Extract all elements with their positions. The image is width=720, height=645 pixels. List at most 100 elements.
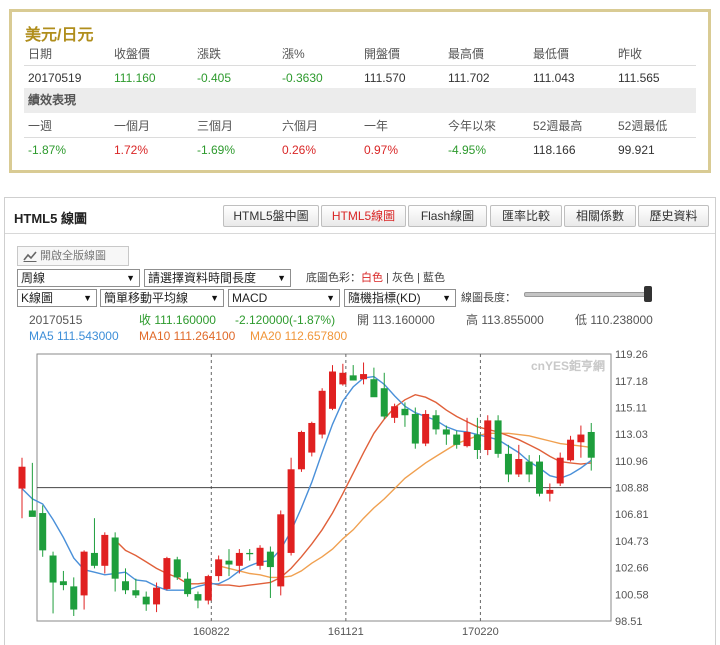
performance-header: 一個月 bbox=[114, 119, 151, 133]
quote-change: -0.405 bbox=[197, 71, 232, 85]
performance-1m: 1.72% bbox=[114, 143, 149, 157]
candle-body bbox=[297, 431, 305, 470]
candle-body bbox=[287, 469, 295, 553]
candle-body bbox=[504, 453, 512, 475]
y-tick-label: 102.66 bbox=[615, 563, 649, 575]
candle-body bbox=[567, 439, 575, 461]
candle-body bbox=[484, 420, 492, 450]
x-tick-label: 170220 bbox=[462, 626, 499, 638]
candle-body bbox=[515, 458, 523, 475]
candle-body bbox=[525, 461, 533, 475]
y-tick-label: 115.11 bbox=[615, 402, 647, 414]
candle-body bbox=[194, 594, 202, 601]
quote-change-pct: -0.3630 bbox=[282, 71, 323, 85]
performance-1w: -1.87% bbox=[28, 143, 67, 157]
candle-body bbox=[90, 552, 98, 566]
candle-body bbox=[256, 547, 264, 566]
candle-body bbox=[422, 413, 430, 444]
performance-header: 52週最高 bbox=[533, 119, 583, 133]
quote-header: 最低價 bbox=[533, 47, 570, 61]
candle-body bbox=[453, 434, 461, 445]
performance-1y: 0.97% bbox=[364, 143, 399, 157]
y-tick-label: 117.18 bbox=[615, 376, 648, 388]
quote-panel: 美元/日元 日期 收盤價 漲跌 漲% 開盤價 最高價 最低價 昨收 201705… bbox=[9, 9, 711, 173]
candle-body bbox=[49, 555, 57, 583]
quote-date: 20170519 bbox=[28, 71, 82, 85]
candle-body bbox=[536, 461, 543, 494]
candle-body bbox=[122, 581, 129, 591]
candle-body bbox=[101, 534, 109, 566]
performance-header: 52週最低 bbox=[618, 119, 668, 133]
quote-header: 收盤價 bbox=[114, 47, 151, 61]
candle-body bbox=[277, 514, 285, 587]
candle-body bbox=[349, 375, 357, 381]
performance-ytd: -4.95% bbox=[448, 143, 487, 157]
candle-body bbox=[246, 552, 254, 555]
quote-header: 昨收 bbox=[618, 47, 643, 61]
quote-header: 開盤價 bbox=[364, 47, 401, 61]
performance-header: 三個月 bbox=[197, 119, 234, 133]
quote-high: 111.702 bbox=[448, 71, 490, 85]
quote-value-row: 20170519 111.160 -0.405 -0.3630 111.570 … bbox=[24, 65, 696, 89]
candle-body bbox=[380, 388, 388, 417]
candle-body bbox=[401, 408, 409, 416]
performance-title: 績效表現 bbox=[28, 93, 77, 107]
candle-body bbox=[360, 374, 368, 380]
candle-body bbox=[132, 590, 140, 596]
candle-body bbox=[463, 431, 471, 447]
candle-body bbox=[111, 537, 119, 579]
y-tick-label: 108.88 bbox=[615, 483, 649, 495]
candle-body bbox=[163, 558, 171, 589]
y-tick-label: 104.73 bbox=[615, 536, 649, 548]
performance-value-row: -1.87% 1.72% -1.69% 0.26% 0.97% -4.95% 1… bbox=[24, 137, 696, 161]
quote-close: 111.160 bbox=[114, 71, 156, 85]
candle-body bbox=[556, 457, 564, 484]
candle-body bbox=[266, 551, 274, 568]
performance-header: 一年 bbox=[364, 119, 389, 133]
performance-6m: 0.26% bbox=[282, 143, 317, 157]
candle-body bbox=[339, 372, 347, 385]
quote-header: 最高價 bbox=[448, 47, 485, 61]
x-tick-label: 161121 bbox=[328, 626, 364, 638]
candle-body bbox=[318, 390, 326, 435]
candle-body bbox=[370, 379, 378, 398]
candle-body bbox=[577, 434, 585, 443]
y-tick-label: 113.03 bbox=[615, 429, 648, 441]
performance-header-row: 一週 一個月 三個月 六個月 一年 今年以來 52週最高 52週最低 bbox=[24, 114, 696, 138]
quote-low: 111.043 bbox=[533, 71, 575, 85]
candle-body bbox=[173, 559, 181, 578]
candle-body bbox=[215, 559, 223, 577]
candle-body bbox=[153, 587, 161, 605]
candlestick-chart[interactable]: cnYES鉅亨網 160822 161121 170220 119.26 117.18 11… bbox=[5, 198, 715, 645]
performance-3m: -1.69% bbox=[197, 143, 236, 157]
y-tick-label: 98.51 bbox=[615, 616, 643, 628]
y-tick-label: 110.96 bbox=[615, 456, 648, 468]
candle-body bbox=[473, 434, 481, 450]
candle-body bbox=[184, 578, 192, 595]
candle-body bbox=[587, 431, 595, 458]
candle-body bbox=[494, 420, 502, 454]
chart-panel: HTML5 線圖 HTML5盤中圖 HTML5線圖 Flash線圖 匯率比較 相… bbox=[4, 197, 716, 645]
quote-header: 漲% bbox=[282, 47, 305, 61]
candle-body bbox=[308, 422, 316, 453]
candle-body bbox=[39, 513, 47, 551]
quote-header-row: 日期 收盤價 漲跌 漲% 開盤價 最高價 最低價 昨收 bbox=[24, 42, 696, 66]
candle-body bbox=[80, 551, 88, 596]
candle-body bbox=[18, 466, 26, 489]
performance-header: 六個月 bbox=[282, 119, 319, 133]
y-tick-label: 119.26 bbox=[615, 349, 648, 361]
candle-body bbox=[142, 596, 150, 605]
quote-header: 日期 bbox=[28, 47, 53, 61]
performance-52w-high: 118.166 bbox=[533, 143, 576, 157]
y-tick-label: 106.81 bbox=[615, 509, 649, 521]
candle-body bbox=[329, 371, 336, 409]
quote-open: 111.570 bbox=[364, 71, 406, 85]
candle-body bbox=[391, 406, 399, 418]
quote-prev-close: 111.565 bbox=[618, 71, 660, 85]
candle-body bbox=[546, 489, 554, 494]
candle-body bbox=[28, 510, 36, 517]
candle-body bbox=[235, 552, 243, 566]
performance-header: 今年以來 bbox=[448, 119, 497, 133]
y-tick-label: 100.58 bbox=[615, 589, 649, 601]
watermark: cnYES鉅亨網 bbox=[531, 358, 605, 373]
